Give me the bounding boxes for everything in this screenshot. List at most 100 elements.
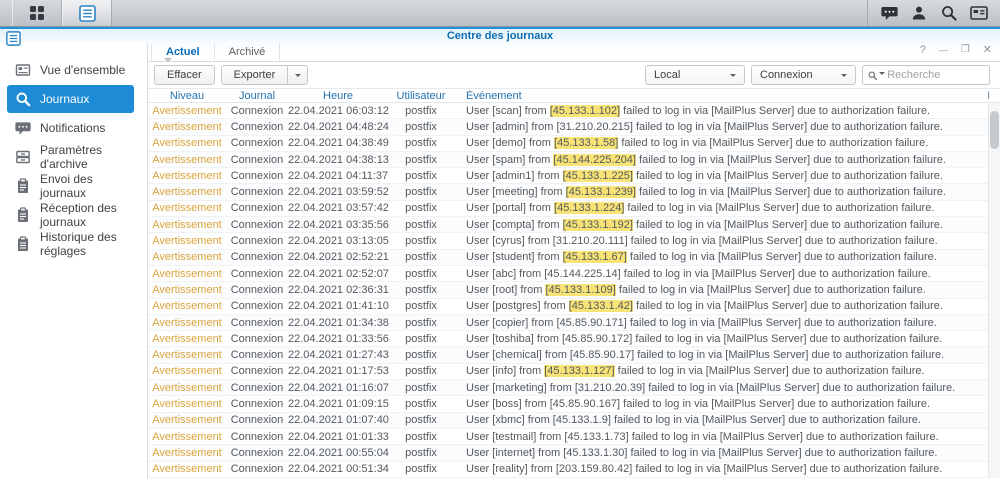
- ip-token: [45.133.1.224]: [554, 202, 624, 214]
- log-row[interactable]: Avertissement Connexion 22.04.2021 04:11…: [148, 168, 1000, 184]
- time-cell: 22.04.2021 01:16:07: [288, 382, 388, 394]
- user-cell: postfix: [388, 268, 454, 280]
- column-header-journal[interactable]: Journal: [226, 90, 288, 102]
- sidebar-item-envoi-des-journaux[interactable]: Envoi des journaux: [7, 172, 134, 200]
- journal-cell: Connexion: [226, 121, 288, 133]
- tab-archive[interactable]: Archivé: [215, 43, 281, 61]
- log-row[interactable]: Avertissement Connexion 22.04.2021 02:52…: [148, 250, 1000, 266]
- log-row[interactable]: Avertissement Connexion 22.04.2021 01:41…: [148, 299, 1000, 315]
- clear-button[interactable]: Effacer: [154, 65, 215, 85]
- scope-filter-dropdown[interactable]: Local: [645, 65, 745, 85]
- export-button[interactable]: Exporter: [221, 65, 289, 85]
- tab-actuel[interactable]: Actuel: [151, 43, 215, 61]
- log-table-body: Avertissement Connexion 22.04.2021 06:03…: [148, 103, 1000, 478]
- log-row[interactable]: Avertissement Connexion 22.04.2021 01:07…: [148, 413, 1000, 429]
- close-button[interactable]: ✕: [983, 44, 992, 56]
- user-cell: postfix: [388, 137, 454, 149]
- ip-token: [31.210.20.111]: [553, 235, 628, 247]
- column-header-clipped[interactable]: I: [987, 90, 1000, 102]
- ip-token: [45.85.90.171]: [556, 317, 626, 329]
- log-row[interactable]: Avertissement Connexion 22.04.2021 03:59…: [148, 184, 1000, 200]
- table-header: Niveau Journal Heure Utilisateur Événeme…: [148, 89, 1000, 103]
- event-cell: User [xbmc] from [45.133.1.9] failed to …: [454, 414, 1000, 426]
- log-row[interactable]: Avertissement Connexion 22.04.2021 01:33…: [148, 331, 1000, 347]
- level-cell: Avertissement: [148, 382, 226, 394]
- log-center-taskbar-button[interactable]: [62, 0, 112, 26]
- log-row[interactable]: Avertissement Connexion 22.04.2021 04:38…: [148, 152, 1000, 168]
- window-titlebar[interactable]: Centre des journaux: [0, 29, 1000, 43]
- log-row[interactable]: Avertissement Connexion 22.04.2021 06:03…: [148, 103, 1000, 119]
- column-header-evenement[interactable]: Événement: [454, 90, 987, 102]
- journal-cell: Connexion: [226, 251, 288, 263]
- maximize-button[interactable]: ❐: [961, 44, 970, 56]
- log-row[interactable]: Avertissement Connexion 22.04.2021 00:55…: [148, 445, 1000, 461]
- event-cell: User [demo] from [45.133.1.58] failed to…: [454, 137, 1000, 149]
- user-cell: postfix: [388, 414, 454, 426]
- log-row[interactable]: Avertissement Connexion 22.04.2021 01:01…: [148, 429, 1000, 445]
- scrollbar-thumb[interactable]: [990, 111, 999, 149]
- log-row[interactable]: Avertissement Connexion 22.04.2021 02:36…: [148, 282, 1000, 298]
- minimize-button[interactable]: —: [939, 44, 948, 56]
- log-row[interactable]: Avertissement Connexion 22.04.2021 01:16…: [148, 380, 1000, 396]
- time-cell: 22.04.2021 01:07:40: [288, 414, 388, 426]
- vertical-scrollbar[interactable]: [988, 103, 1000, 478]
- log-row[interactable]: Avertissement Connexion 22.04.2021 00:51…: [148, 462, 1000, 478]
- event-cell: User [toshiba] from [45.85.90.172] faile…: [454, 333, 1000, 345]
- column-header-utilisateur[interactable]: Utilisateur: [388, 90, 454, 102]
- level-cell: Avertissement: [148, 202, 226, 214]
- user-cell: postfix: [388, 284, 454, 296]
- help-button[interactable]: ?: [920, 44, 926, 56]
- log-row[interactable]: Avertissement Connexion 22.04.2021 01:09…: [148, 396, 1000, 412]
- event-cell: User [admin] from [31.210.20.215] failed…: [454, 121, 1000, 133]
- log-row[interactable]: Avertissement Connexion 22.04.2021 03:13…: [148, 233, 1000, 249]
- event-cell: User [boss] from [45.85.90.167] failed t…: [454, 398, 1000, 410]
- desktop-taskbar: [0, 0, 1000, 27]
- sidebar-item-reception-des-journaux[interactable]: Réception des journaux: [7, 201, 134, 229]
- notifications-taskbar-button[interactable]: [874, 0, 904, 26]
- time-cell: 22.04.2021 04:38:13: [288, 154, 388, 166]
- journal-cell: Connexion: [226, 300, 288, 312]
- export-menu-button[interactable]: [288, 65, 308, 85]
- search-scope-chevron-icon[interactable]: [879, 72, 885, 78]
- log-row[interactable]: Avertissement Connexion 22.04.2021 03:57…: [148, 201, 1000, 217]
- level-cell: Avertissement: [148, 463, 226, 475]
- ip-token: [31.210.20.39]: [575, 382, 645, 394]
- level-cell: Avertissement: [148, 235, 226, 247]
- ip-token: [45.85.90.17]: [570, 349, 634, 361]
- column-header-heure[interactable]: Heure: [288, 90, 388, 102]
- journal-cell: Connexion: [226, 365, 288, 377]
- user-options-button[interactable]: [904, 0, 934, 26]
- journal-cell: Connexion: [226, 431, 288, 443]
- column-header-niveau[interactable]: Niveau: [148, 90, 226, 102]
- log-row[interactable]: Avertissement Connexion 22.04.2021 01:34…: [148, 315, 1000, 331]
- log-row[interactable]: Avertissement Connexion 22.04.2021 02:52…: [148, 266, 1000, 282]
- desktop-search-button[interactable]: [934, 0, 964, 26]
- event-cell: User [meeting] from [45.133.1.239] faile…: [454, 186, 1000, 198]
- search-input[interactable]: [887, 69, 984, 81]
- window-controls: ? — ❐ ✕: [920, 44, 992, 56]
- sidebar-item-journaux[interactable]: Journaux: [7, 85, 134, 113]
- sidebar-item-vue-densemble[interactable]: Vue d'ensemble: [7, 56, 134, 84]
- sidebar-item-historique-des-reglages[interactable]: Historique des réglages: [7, 230, 134, 258]
- widgets-button[interactable]: [964, 0, 994, 26]
- clipboard-receive-icon: [15, 207, 31, 223]
- search-box[interactable]: [862, 65, 990, 85]
- tab-strip: Actuel Archivé: [148, 43, 1000, 62]
- main-menu-button[interactable]: [12, 0, 62, 26]
- log-row[interactable]: Avertissement Connexion 22.04.2021 04:48…: [148, 119, 1000, 135]
- log-row[interactable]: Avertissement Connexion 22.04.2021 01:27…: [148, 347, 1000, 363]
- search-icon: [941, 5, 957, 21]
- category-filter-dropdown[interactable]: Connexion: [751, 65, 856, 85]
- sidebar-item-notifications[interactable]: Notifications: [7, 114, 134, 142]
- sidebar-item-label: Envoi des journaux: [40, 172, 134, 200]
- time-cell: 22.04.2021 04:38:49: [288, 137, 388, 149]
- log-row[interactable]: Avertissement Connexion 22.04.2021 01:17…: [148, 364, 1000, 380]
- level-cell: Avertissement: [148, 154, 226, 166]
- time-cell: 22.04.2021 01:17:53: [288, 365, 388, 377]
- level-cell: Avertissement: [148, 431, 226, 443]
- event-cell: User [spam] from [45.144.225.204] failed…: [454, 154, 1000, 166]
- log-row[interactable]: Avertissement Connexion 22.04.2021 04:38…: [148, 136, 1000, 152]
- sidebar-item-parametres-darchive[interactable]: Paramètres d'archive: [7, 143, 134, 171]
- event-cell: User [internet] from [45.133.1.30] faile…: [454, 447, 1000, 459]
- log-row[interactable]: Avertissement Connexion 22.04.2021 03:35…: [148, 217, 1000, 233]
